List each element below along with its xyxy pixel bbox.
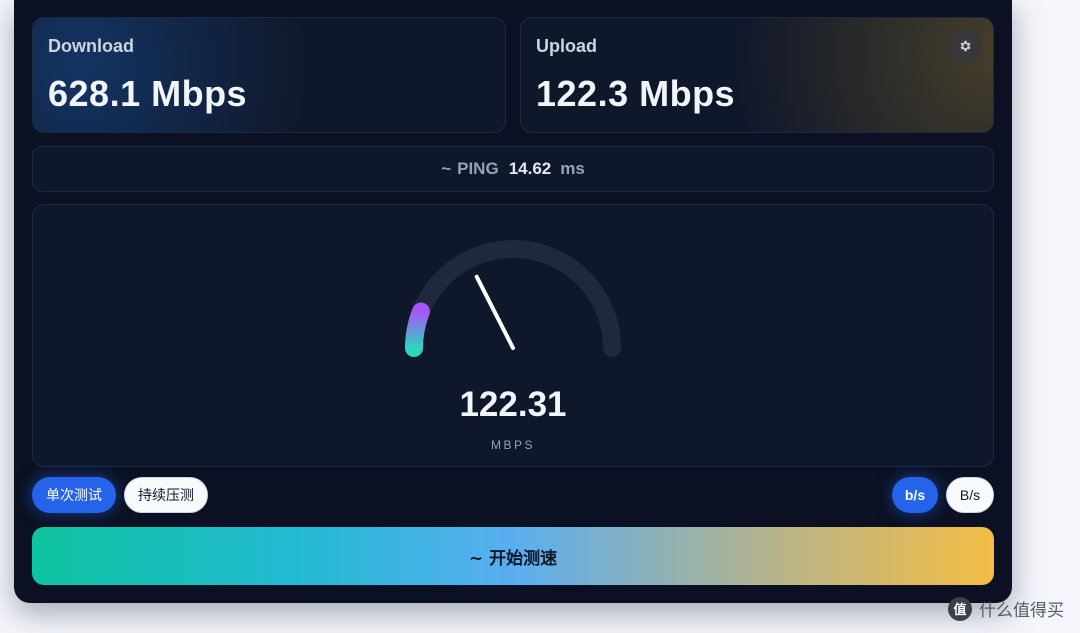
start-test-button[interactable]: ~ 开始测速 <box>32 527 994 585</box>
ping-label: PING <box>457 159 499 178</box>
gauge-track <box>405 240 621 357</box>
download-label: Download <box>48 36 134 56</box>
stress-test-button[interactable]: 持续压测 <box>124 477 208 513</box>
upload-value: 122.3 Mbps <box>536 73 736 114</box>
single-test-button[interactable]: 单次测试 <box>32 477 116 513</box>
unit-bytes-toggle[interactable]: B/s <box>946 477 994 513</box>
ping-unit: ms <box>560 159 585 178</box>
settings-button[interactable] <box>948 29 982 63</box>
ping-bar: ~ PING 14.62 ms <box>32 146 994 192</box>
ping-prefix: ~ <box>441 159 452 178</box>
watermark-logo: 值 <box>948 596 972 621</box>
upload-label: Upload <box>536 36 597 56</box>
watermark-text: 什么值得买 <box>979 601 1064 621</box>
page: Download 628.1 Mbps Upload 122.3 Mbps ~ … <box>0 0 1080 633</box>
gear-icon <box>960 40 971 52</box>
speedtest-card: Download 628.1 Mbps Upload 122.3 Mbps ~ … <box>14 0 1012 603</box>
unit-bits-toggle[interactable]: b/s <box>892 477 938 513</box>
download-value: 628.1 Mbps <box>48 73 248 114</box>
watermark: 值 什么值得买 <box>948 596 1064 621</box>
ping-value: 14.62 <box>508 159 552 178</box>
gauge-panel: 122.31 MBPS <box>32 204 994 467</box>
upload-stat-card: Upload 122.3 Mbps <box>520 17 994 133</box>
gauge-fill <box>405 302 430 357</box>
gauge-unit: MBPS <box>490 438 535 452</box>
gauge-value: 122.31 <box>459 385 567 424</box>
speed-gauge <box>405 240 621 357</box>
download-stat-card: Download 628.1 Mbps <box>32 17 506 133</box>
gauge-needle <box>474 274 515 350</box>
